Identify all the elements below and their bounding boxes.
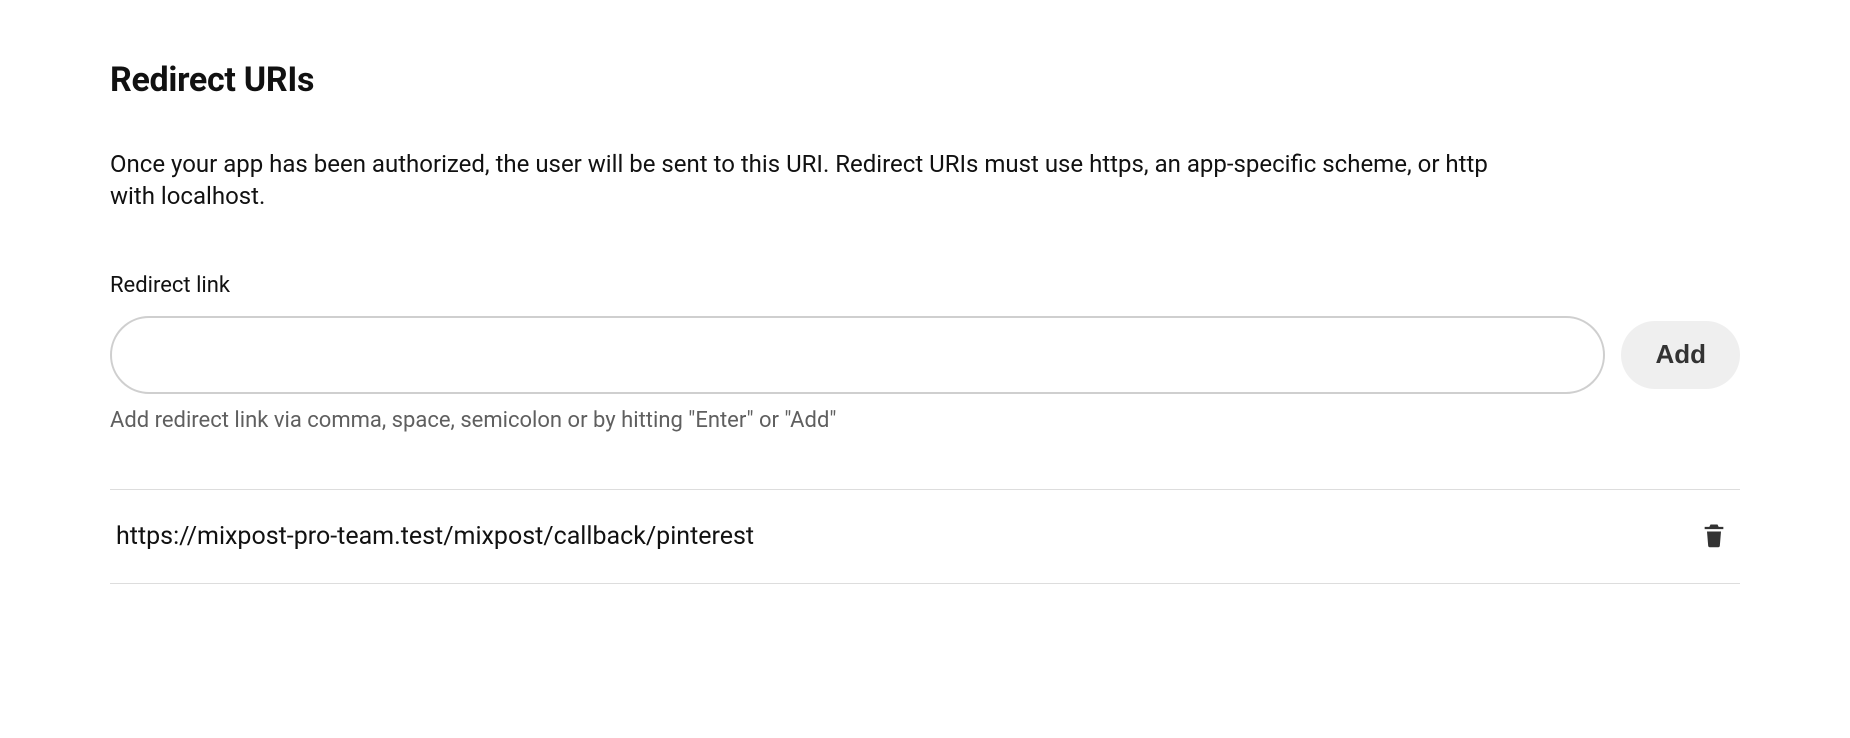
uri-text: https://mixpost-pro-team.test/mixpost/ca… (116, 522, 754, 551)
uri-list-row: https://mixpost-pro-team.test/mixpost/ca… (110, 489, 1740, 584)
section-title: Redirect URIs (110, 60, 1740, 100)
redirect-link-input[interactable] (110, 316, 1605, 394)
delete-uri-button[interactable] (1694, 514, 1734, 559)
add-button[interactable]: Add (1621, 321, 1740, 389)
section-description: Once your app has been authorized, the u… (110, 148, 1490, 213)
redirect-link-helper-text: Add redirect link via comma, space, semi… (110, 408, 1740, 433)
trash-icon (1700, 520, 1728, 553)
redirect-uris-section: Redirect URIs Once your app has been aut… (0, 0, 1850, 584)
redirect-link-input-row: Add (110, 316, 1740, 394)
redirect-link-label: Redirect link (110, 273, 1740, 298)
